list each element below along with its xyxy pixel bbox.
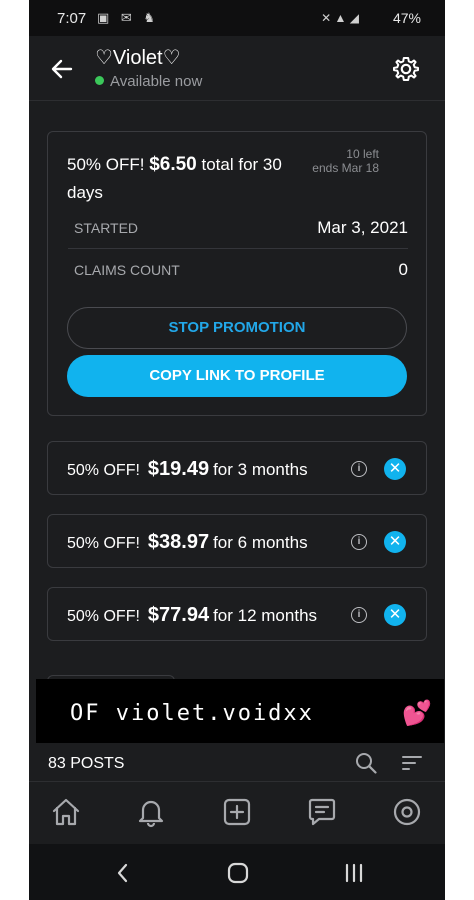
battery-level: 47% xyxy=(392,10,421,26)
availability-status: Available now xyxy=(95,73,202,90)
profile-avatar-icon[interactable] xyxy=(391,796,423,828)
gear-icon[interactable] xyxy=(392,55,420,83)
sort-icon[interactable] xyxy=(401,754,423,772)
discount-prefix: 50% OFF! xyxy=(67,462,140,479)
messages-icon[interactable] xyxy=(306,796,338,828)
remove-discount-icon[interactable]: ✕ xyxy=(384,531,406,553)
system-navigation-bar xyxy=(29,844,445,900)
started-label: STARTED xyxy=(74,220,139,236)
status-time: 7:07 xyxy=(57,10,87,27)
promotion-price: $6.50 xyxy=(149,154,197,175)
profile-header: ♡Violet♡ Available now xyxy=(29,36,445,101)
posts-count: 83 POSTS xyxy=(48,755,125,772)
promotion-end-date: ends Mar 18 xyxy=(312,161,379,175)
claims-value: 0 xyxy=(398,260,408,279)
promotion-meta: 10 left ends Mar 18 xyxy=(312,147,379,175)
two-hearts-icon: 💕 xyxy=(402,700,432,727)
signal-icons: ✕ ▲ ◢ xyxy=(321,11,359,25)
info-icon[interactable]: i xyxy=(351,461,367,477)
info-icon[interactable]: i xyxy=(351,607,367,623)
info-icon[interactable]: i xyxy=(351,534,367,550)
stop-promotion-button[interactable]: STOP PROMOTION xyxy=(67,307,407,349)
status-bar: 7:07 ▣ ✉ ♞ ✕ ▲ ◢ 47% xyxy=(29,0,445,36)
watermark-banner: OF violet.voidxx 💕 xyxy=(36,679,444,743)
discount-row: 50% OFF! $38.97 for 6 months i ✕ xyxy=(47,514,427,568)
remove-discount-icon[interactable]: ✕ xyxy=(384,604,406,626)
promotion-title: 50% OFF! $6.50 total for 30 days xyxy=(67,151,297,207)
claims-left: 10 left xyxy=(346,147,379,161)
claims-row: CLAIMS COUNT 0 xyxy=(68,250,408,290)
availability-text: Available now xyxy=(110,73,203,90)
posts-bar: 83 POSTS xyxy=(29,745,445,782)
home-icon[interactable] xyxy=(50,796,82,828)
discount-price: $19.49 xyxy=(147,458,210,480)
copy-link-button[interactable]: COPY LINK TO PROFILE xyxy=(67,355,407,397)
watermark-text: OF violet.voidxx xyxy=(70,701,314,726)
discount-period: for 12 months xyxy=(213,606,318,625)
promotion-card: 50% OFF! $6.50 total for 30 days 10 left… xyxy=(47,131,427,416)
claims-label: CLAIMS COUNT xyxy=(74,262,180,278)
bottom-navigation xyxy=(29,782,445,844)
discount-text: 50% OFF! $77.94 for 12 months xyxy=(67,604,317,627)
discount-prefix: 50% OFF! xyxy=(67,535,140,552)
discount-period: for 6 months xyxy=(213,533,308,552)
system-back-icon[interactable] xyxy=(112,862,134,884)
notification-icons: ▣ ✉ ♞ xyxy=(97,10,160,25)
profile-name: ♡Violet♡ xyxy=(95,47,181,69)
discount-prefix: 50% OFF! xyxy=(67,608,140,625)
discount-text: 50% OFF! $38.97 for 6 months xyxy=(67,531,308,554)
search-icon[interactable] xyxy=(355,752,377,774)
discount-period: for 3 months xyxy=(213,460,308,479)
promotion-prefix: 50% OFF! xyxy=(67,155,145,174)
online-dot-icon xyxy=(95,76,104,85)
discount-text: 50% OFF! $19.49 for 3 months xyxy=(67,458,308,481)
discount-price: $77.94 xyxy=(147,604,210,626)
back-arrow-icon[interactable] xyxy=(49,56,75,82)
started-value: Mar 3, 2021 xyxy=(317,218,408,237)
notifications-bell-icon[interactable] xyxy=(135,796,167,828)
discount-row: 50% OFF! $77.94 for 12 months i ✕ xyxy=(47,587,427,641)
system-home-icon[interactable] xyxy=(227,862,249,884)
add-post-icon[interactable] xyxy=(221,796,253,828)
remove-discount-icon[interactable]: ✕ xyxy=(384,458,406,480)
app-screen: 7:07 ▣ ✉ ♞ ✕ ▲ ◢ 47% ♡Violet♡ Available … xyxy=(29,0,445,900)
system-recents-icon[interactable] xyxy=(343,862,365,884)
discount-price: $38.97 xyxy=(147,531,210,553)
started-row: STARTED Mar 3, 2021 xyxy=(68,208,408,249)
discount-row: 50% OFF! $19.49 for 3 months i ✕ xyxy=(47,441,427,495)
